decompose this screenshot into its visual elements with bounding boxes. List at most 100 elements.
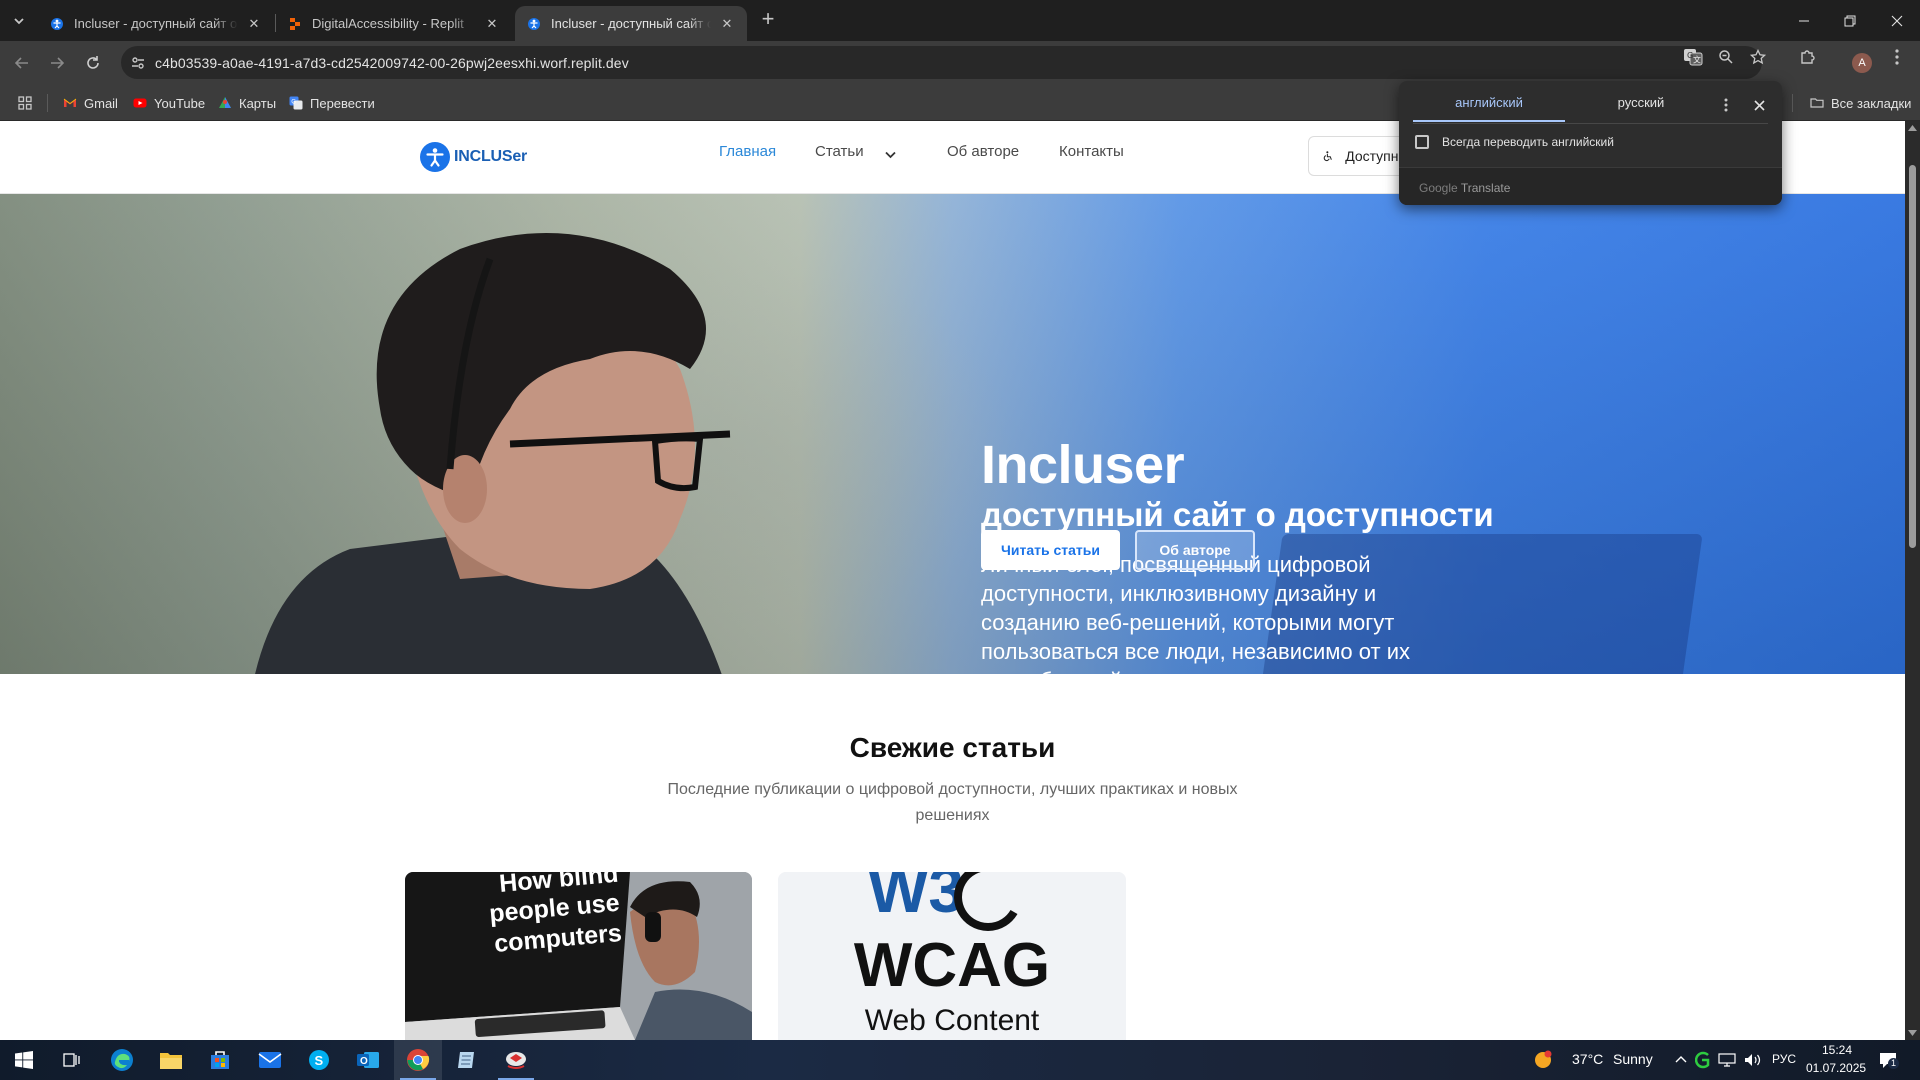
close-icon[interactable]: ✕: [719, 16, 735, 32]
restore-button[interactable]: [1827, 0, 1873, 41]
nav-contacts[interactable]: Контакты: [1059, 143, 1124, 160]
bookmark-label: Карты: [239, 95, 277, 111]
back-button[interactable]: [7, 48, 37, 78]
translate-wordmark: Translate: [1460, 181, 1511, 195]
bookmark-label: Перевести: [310, 95, 375, 111]
page-scrollbar[interactable]: [1905, 121, 1920, 1040]
browser-tabstrip: Incluser - доступный сайт о доступности …: [0, 0, 1920, 41]
weather-widget-icon[interactable]: [1529, 1040, 1557, 1080]
translate-target-tab[interactable]: русский: [1565, 95, 1717, 120]
translate-close-button[interactable]: [1749, 95, 1769, 115]
translate-page-button[interactable]: G文: [1680, 47, 1706, 67]
checkbox-box[interactable]: [1415, 135, 1429, 149]
restore-icon: [1844, 15, 1856, 26]
minimize-icon: [1799, 20, 1809, 21]
tray-app-icon[interactable]: [1695, 1051, 1711, 1069]
notepad-icon: [458, 1052, 474, 1068]
replit-favicon-icon: [290, 17, 300, 30]
site-info-button[interactable]: [121, 46, 155, 79]
volume-icon[interactable]: [1744, 1053, 1762, 1067]
about-author-button[interactable]: Об авторе: [1135, 530, 1255, 570]
wcag-text: WCAG: [854, 931, 1050, 1000]
taskbar-file-explorer[interactable]: [147, 1040, 195, 1080]
start-button[interactable]: [0, 1040, 48, 1080]
forward-button[interactable]: [42, 48, 72, 78]
article-card-image: W3 WCAG Web Content: [778, 872, 1126, 1040]
tab-search-button[interactable]: [6, 8, 32, 34]
clock-date[interactable]: 01.07.2025: [1806, 1061, 1866, 1075]
edge-icon: [111, 1049, 133, 1071]
nav-articles[interactable]: Статьи: [815, 143, 864, 160]
hero-person-photo: [255, 233, 731, 674]
task-view-button[interactable]: [48, 1040, 96, 1080]
windows-logo-icon: [15, 1051, 33, 1069]
network-icon[interactable]: [1718, 1053, 1736, 1067]
taskbar-app[interactable]: [492, 1040, 540, 1080]
close-icon[interactable]: ✕: [246, 16, 262, 32]
zoom-icon: [1719, 50, 1733, 64]
article-card[interactable]: W3 WCAG Web Content: [778, 872, 1126, 1040]
scrollbar-thumb[interactable]: [1909, 165, 1916, 548]
taskbar-mail[interactable]: [246, 1040, 294, 1080]
taskbar-notepad[interactable]: [443, 1040, 491, 1080]
browser-menu-button[interactable]: [1884, 47, 1910, 67]
svg-text:G: G: [291, 99, 296, 106]
article-card[interactable]: How blind people use computers: [405, 872, 752, 1040]
bookmark-star-button[interactable]: [1745, 47, 1771, 67]
taskbar-outlook[interactable]: O: [344, 1040, 392, 1080]
bookmarks-separator: [47, 94, 48, 112]
read-articles-button[interactable]: Читать статьи: [981, 530, 1120, 570]
clock-time[interactable]: 15:24: [1822, 1043, 1852, 1057]
scroll-up-icon[interactable]: [1908, 125, 1917, 131]
taskbar-chrome[interactable]: [394, 1040, 442, 1080]
all-bookmarks-button[interactable]: Все закладки: [1810, 93, 1911, 113]
article-card-image: How blind people use computers: [405, 872, 752, 1040]
browser-tab-active[interactable]: Incluser - доступный сайт о доступности …: [515, 6, 747, 41]
tune-icon: [132, 56, 144, 69]
bookmark-translate[interactable]: G Перевести: [289, 93, 375, 113]
minimize-button[interactable]: [1781, 0, 1827, 41]
extensions-button[interactable]: [1795, 47, 1821, 67]
close-window-button[interactable]: [1874, 0, 1920, 41]
nav-about[interactable]: Об авторе: [947, 143, 1019, 160]
always-translate-label: Всегда переводить английский: [1442, 135, 1614, 149]
zoom-button[interactable]: [1713, 47, 1739, 67]
weather-temperature[interactable]: 37°C: [1572, 1051, 1603, 1067]
always-translate-checkbox[interactable]: Всегда переводить английский: [1415, 135, 1614, 149]
translate-options-button[interactable]: [1716, 95, 1736, 115]
bookmark-youtube[interactable]: YouTube: [133, 93, 205, 113]
chrome-icon: [407, 1049, 430, 1071]
profile-avatar[interactable]: A: [1852, 53, 1872, 73]
svg-text:S: S: [315, 1053, 324, 1068]
taskbar-store[interactable]: [196, 1040, 244, 1080]
site-logo[interactable]: INCLUSer: [420, 142, 527, 172]
input-language[interactable]: РУС: [1772, 1052, 1796, 1066]
close-icon[interactable]: ✕: [484, 16, 500, 32]
address-bar[interactable]: c4b03539-a0ae-4191-a7d3-cd2542009742-00-…: [121, 46, 1762, 79]
url-text: c4b03539-a0ae-4191-a7d3-cd2542009742-00-…: [155, 54, 629, 71]
translate-source-tab[interactable]: английский: [1413, 95, 1565, 122]
outlook-icon: O: [357, 1052, 379, 1068]
articles-section-description: Последние публикации о цифровой доступно…: [667, 781, 1238, 824]
tray-overflow-chevron-icon[interactable]: [1675, 1055, 1687, 1063]
bookmark-gmail[interactable]: Gmail: [63, 93, 118, 113]
youtube-icon: [133, 98, 147, 108]
bookmark-maps[interactable]: Карты: [218, 93, 276, 113]
bookmarks-separator: [1792, 94, 1793, 112]
taskbar-edge[interactable]: [98, 1040, 146, 1080]
tab-title: DigitalAccessibility - Replit: [312, 16, 464, 31]
svg-text:文: 文: [1693, 55, 1701, 65]
reload-button[interactable]: [78, 48, 108, 78]
browser-tab[interactable]: DigitalAccessibility - Replit ✕: [276, 6, 512, 41]
arrow-right-icon: [51, 57, 65, 69]
apps-button[interactable]: [18, 93, 32, 113]
browser-tab[interactable]: Incluser - доступный сайт о доступности …: [38, 6, 274, 41]
chevron-down-icon[interactable]: [885, 151, 896, 159]
action-center-button[interactable]: 1: [1878, 1050, 1899, 1070]
scroll-down-icon[interactable]: [1908, 1030, 1917, 1036]
new-tab-button[interactable]: +: [758, 8, 778, 31]
nav-home[interactable]: Главная: [719, 143, 776, 160]
close-icon: [1891, 15, 1903, 26]
weather-condition[interactable]: Sunny: [1613, 1051, 1653, 1067]
taskbar-skype[interactable]: S: [295, 1040, 343, 1080]
